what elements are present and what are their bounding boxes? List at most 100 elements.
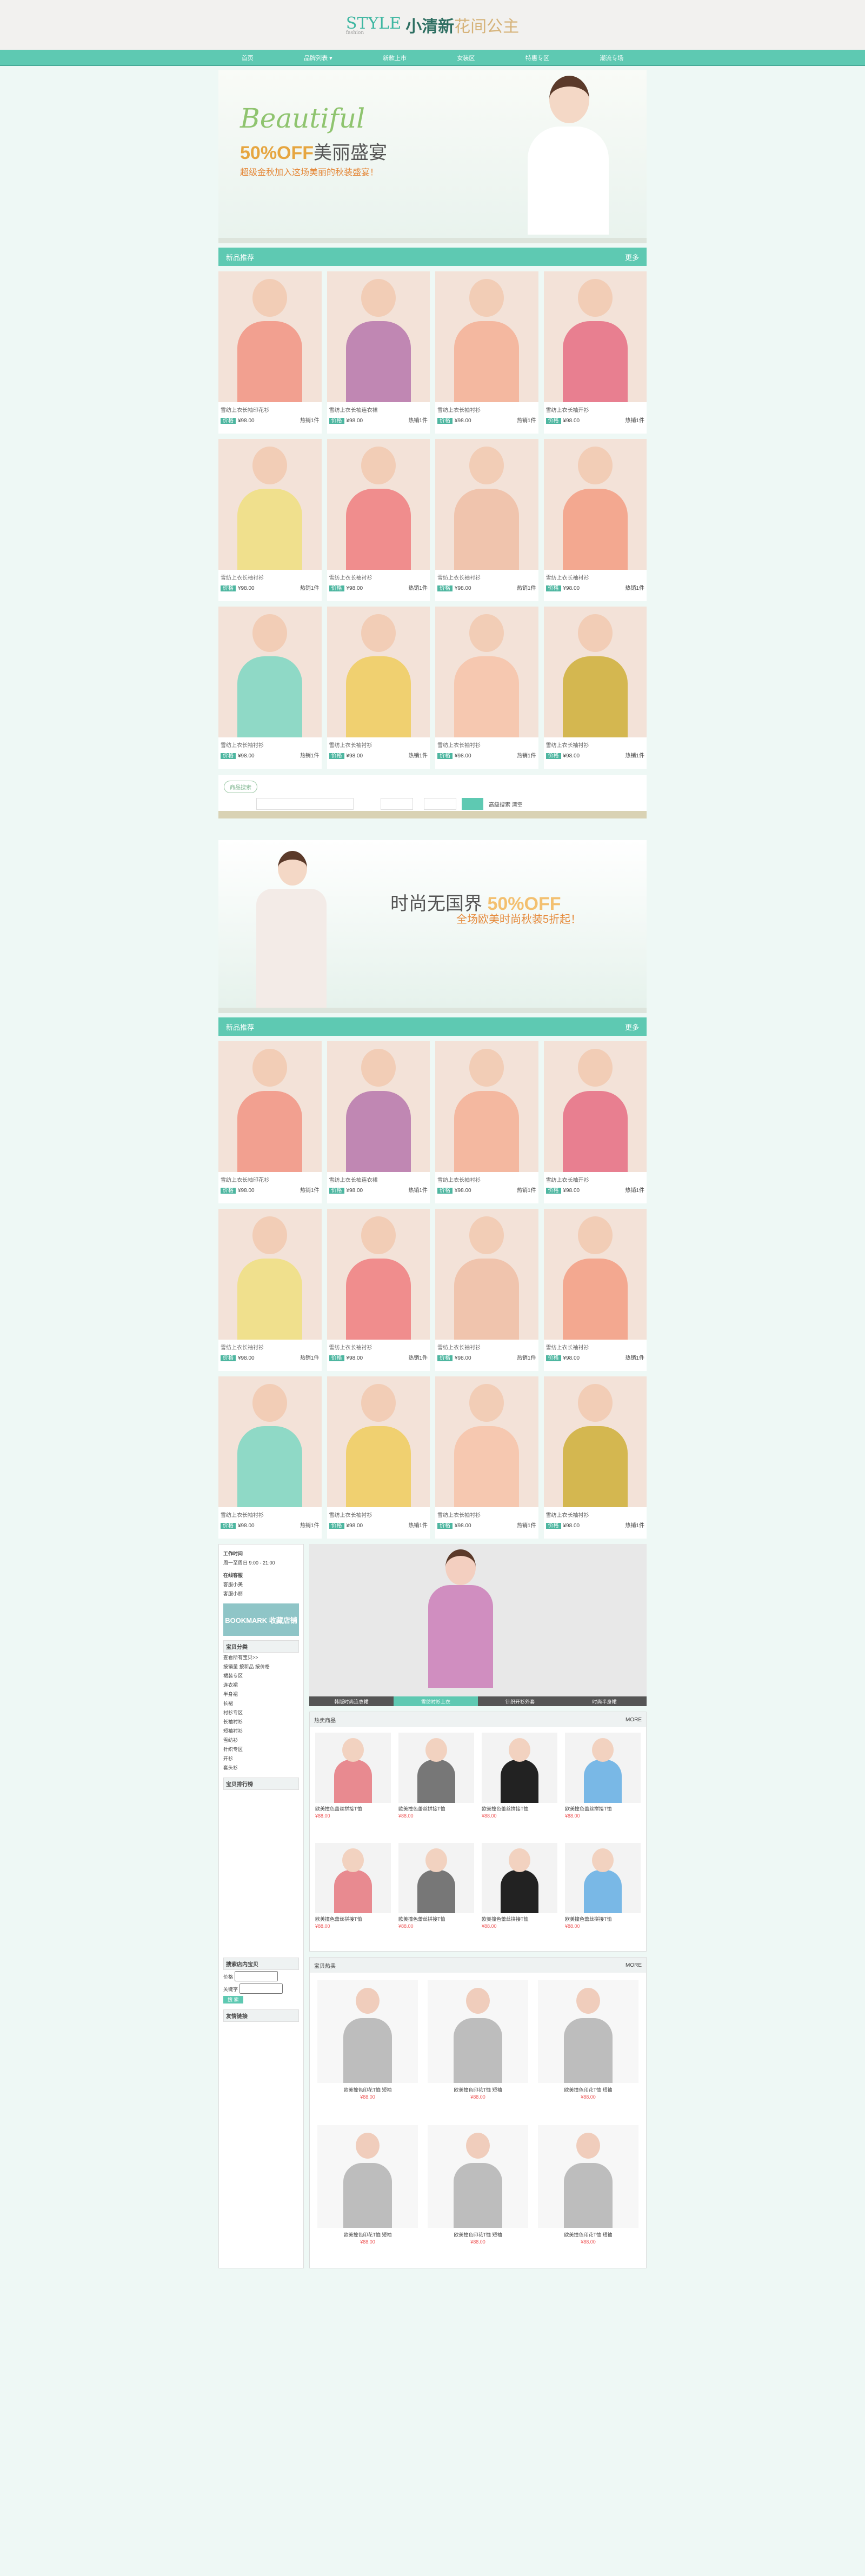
product-name[interactable]: 雪纺上衣长袖衬衫 [327,570,430,582]
product-image[interactable] [327,1209,430,1340]
product-name[interactable]: 欧美撞色蕾丝拼接T恤 [565,1913,641,1922]
product-name[interactable]: 雪纺上衣长袖衬衫 [544,1507,647,1520]
product-card[interactable]: 雪纺上衣长袖衬衫 价格 ¥98.00 热销1件 [543,1209,647,1371]
featured-product[interactable]: 欧美撞色印花T恤 短袖 ¥88.00 [538,2125,638,2260]
product-name[interactable]: 雪纺上衣长袖衬衫 [218,737,322,750]
product-image[interactable] [315,1843,391,1913]
hot-product[interactable]: 欧美撞色蕾丝拼接T恤 ¥88.00 [565,1843,641,1946]
product-image[interactable] [327,271,430,402]
more-link[interactable]: 更多 [625,252,639,262]
side-price-input[interactable] [234,1971,278,1981]
product-image[interactable] [565,1733,641,1803]
product-card[interactable]: 雪纺上衣长袖衬衫 价格 ¥98.00 热销1件 [218,1209,322,1371]
product-name[interactable]: 雪纺上衣长袖衬衫 [435,737,538,750]
product-name[interactable]: 雪纺上衣长袖衬衫 [435,1507,538,1520]
product-name[interactable]: 欧美撞色蕾丝拼接T恤 [315,1803,391,1812]
category-item[interactable]: 连衣裙 [223,1680,299,1689]
featured-product[interactable]: 欧美撞色印花T恤 短袖 ¥88.00 [317,2125,418,2260]
more-link[interactable]: 更多 [625,1022,639,1032]
feature-tab[interactable]: 针织开衫外套 [478,1696,562,1706]
more-link[interactable]: MORE [626,1962,642,1968]
product-image[interactable] [543,607,647,737]
product-card[interactable]: 雪纺上衣长袖开衫 价格 ¥98.00 热销1件 [543,271,647,434]
product-card[interactable]: 雪纺上衣长袖衬衫 价格 ¥98.00 热销1件 [543,1376,647,1539]
bookmark-button[interactable]: BOOKMARK 收藏店铺 [223,1603,299,1636]
product-image[interactable] [317,1980,418,2083]
product-image[interactable] [218,271,322,402]
product-name[interactable]: 欧美撞色印花T恤 短袖 [317,2228,418,2238]
product-name[interactable]: 欧美撞色蕾丝拼接T恤 [315,1913,391,1922]
category-item[interactable]: 查看所有宝贝>> [223,1653,299,1662]
hot-product[interactable]: 欧美撞色蕾丝拼接T恤 ¥88.00 [398,1843,474,1946]
hot-product[interactable]: 欧美撞色蕾丝拼接T恤 ¥88.00 [315,1843,391,1946]
feature-slideshow[interactable] [309,1544,647,1706]
product-name[interactable]: 雪纺上衣长袖衬衫 [327,737,430,750]
product-image[interactable] [538,1980,638,2083]
product-image[interactable] [398,1733,474,1803]
product-card[interactable]: 雪纺上衣长袖衬衫 价格 ¥98.00 热销1件 [543,607,647,769]
product-card[interactable]: 雪纺上衣长袖衬衫 价格 ¥98.00 热销1件 [435,439,538,601]
promo-banner[interactable]: 时尚无国界 50%OFF 全场欧美时尚秋装5折起！ [218,840,647,1013]
feature-tab[interactable]: 韩版时尚连衣裙 [309,1696,394,1706]
product-card[interactable]: 雪纺上衣长袖连衣裙 价格 ¥98.00 热销1件 [327,271,430,434]
product-card[interactable]: 雪纺上衣长袖衬衫 价格 ¥98.00 热销1件 [435,1041,538,1203]
product-card[interactable]: 雪纺上衣长袖衬衫 价格 ¥98.00 热销1件 [327,1376,430,1539]
product-card[interactable]: 雪纺上衣长袖开衫 价格 ¥98.00 热销1件 [543,1041,647,1203]
product-name[interactable]: 欧美撞色蕾丝拼接T恤 [398,1803,474,1812]
product-image[interactable] [435,1209,538,1340]
product-name[interactable]: 雪纺上衣长袖开衫 [544,1172,647,1184]
search-button[interactable] [462,798,483,810]
product-image[interactable] [482,1843,557,1913]
nav-item[interactable]: 品牌列表 ▾ [304,54,332,62]
product-image[interactable] [218,439,322,570]
featured-product[interactable]: 欧美撞色印花T恤 短袖 ¥88.00 [428,2125,528,2260]
category-item[interactable]: 短袖衬衫 [223,1726,299,1735]
product-image[interactable] [327,607,430,737]
category-item[interactable]: 衬衫专区 [223,1708,299,1717]
product-card[interactable]: 雪纺上衣长袖衬衫 价格 ¥98.00 热销1件 [218,439,322,601]
product-card[interactable]: 雪纺上衣长袖衬衫 价格 ¥98.00 热销1件 [435,1376,538,1539]
product-name[interactable]: 雪纺上衣长袖衬衫 [435,402,538,415]
product-name[interactable]: 欧美撞色蕾丝拼接T恤 [398,1913,474,1922]
feature-tab[interactable]: 时尚半身裙 [562,1696,647,1706]
product-image[interactable] [315,1733,391,1803]
service-link[interactable]: 客服小美 [223,1580,299,1589]
product-image[interactable] [327,1376,430,1507]
product-card[interactable]: 雪纺上衣长袖衬衫 价格 ¥98.00 热销1件 [543,439,647,601]
product-name[interactable]: 欧美撞色蕾丝拼接T恤 [482,1913,557,1922]
product-name[interactable]: 雪纺上衣长袖印花衫 [218,402,322,415]
product-image[interactable] [565,1843,641,1913]
product-image[interactable] [543,1041,647,1172]
nav-item[interactable]: 潮流专场 [600,54,623,62]
category-item[interactable]: 半身裙 [223,1689,299,1699]
product-card[interactable]: 雪纺上衣长袖连衣裙 价格 ¥98.00 热销1件 [327,1041,430,1203]
product-image[interactable] [435,607,538,737]
product-card[interactable]: 雪纺上衣长袖衬衫 价格 ¥98.00 热销1件 [218,607,322,769]
product-image[interactable] [435,1041,538,1172]
feature-tab[interactable]: 雪纺衬衫上衣 [394,1696,478,1706]
product-card[interactable]: 雪纺上衣长袖印花衫 价格 ¥98.00 热销1件 [218,1041,322,1203]
product-name[interactable]: 雪纺上衣长袖衬衫 [435,1340,538,1352]
product-name[interactable]: 雪纺上衣长袖衬衫 [218,570,322,582]
product-card[interactable]: 雪纺上衣长袖衬衫 价格 ¥98.00 热销1件 [435,1209,538,1371]
product-name[interactable]: 欧美撞色印花T恤 短袖 [428,2228,528,2238]
category-item[interactable]: 雪纺衫 [223,1735,299,1745]
product-image[interactable] [543,1209,647,1340]
product-image[interactable] [218,1209,322,1340]
advanced-search-link[interactable]: 高级搜索 清空 [489,800,523,808]
product-image[interactable] [428,1980,528,2083]
product-name[interactable]: 雪纺上衣长袖衬衫 [435,570,538,582]
side-keyword-input[interactable] [239,1983,283,1994]
product-name[interactable]: 雪纺上衣长袖印花衫 [218,1172,322,1184]
product-card[interactable]: 雪纺上衣长袖衬衫 价格 ¥98.00 热销1件 [435,271,538,434]
product-image[interactable] [327,439,430,570]
category-item[interactable]: 针织专区 [223,1745,299,1754]
product-image[interactable] [428,2125,528,2228]
nav-item[interactable]: 女装区 [457,54,475,62]
product-name[interactable]: 雪纺上衣长袖衬衫 [544,570,647,582]
search-input[interactable] [256,798,354,810]
product-name[interactable]: 欧美撞色印花T恤 短袖 [428,2083,528,2093]
product-card[interactable]: 雪纺上衣长袖衬衫 价格 ¥98.00 热销1件 [327,607,430,769]
product-image[interactable] [218,1376,322,1507]
side-search-button[interactable]: 搜 索 [223,1996,243,2003]
